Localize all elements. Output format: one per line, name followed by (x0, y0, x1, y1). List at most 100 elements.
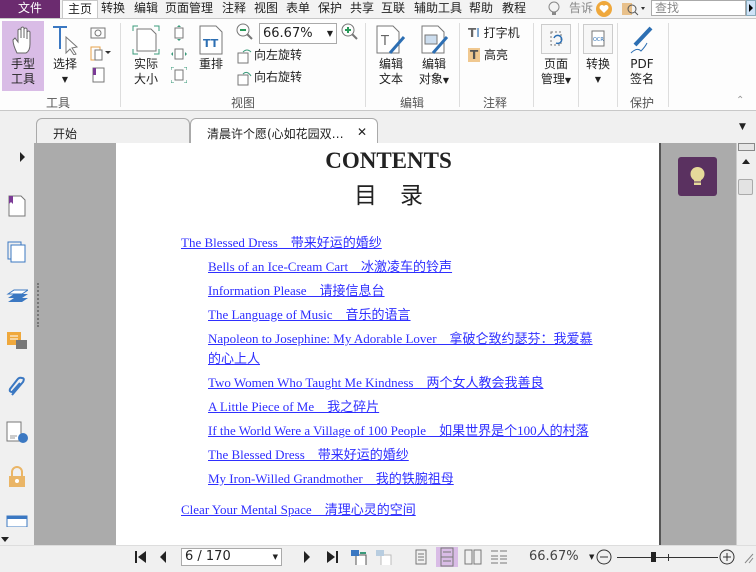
rotate-left-button[interactable]: 向左旋转 (237, 47, 302, 64)
resize-grip-icon[interactable] (742, 549, 754, 565)
first-page-icon[interactable] (134, 549, 148, 565)
clipboard-icon[interactable] (90, 45, 112, 61)
zoom-dropdown-icon[interactable]: ▼ (589, 549, 594, 565)
continuous-view-button[interactable] (436, 547, 458, 567)
menu-file[interactable]: 文件 (0, 0, 60, 18)
actual-size-button[interactable]: 实际 大小 (130, 25, 162, 87)
zoom-value: 66.67% (263, 26, 313, 41)
zoom-level-display[interactable]: 66.67% (529, 549, 579, 565)
edit-text-label-1: 编辑 (378, 57, 403, 71)
panel-resize-handle[interactable] (37, 283, 39, 327)
menu-tutorial[interactable]: 教程 (502, 0, 526, 18)
page-number-input[interactable]: 6 / 170 ▼ (181, 548, 282, 566)
pdf-sign-button[interactable]: PDF 签名 (626, 25, 658, 87)
attachments-icon[interactable] (6, 376, 28, 398)
toc-entry-link[interactable]: Two Women Who Taught Me Kindness 两个女人教会我… (208, 373, 601, 393)
previous-view-icon[interactable] (350, 549, 368, 565)
tab-start[interactable]: 开始 (36, 118, 190, 143)
hand-icon (12, 26, 31, 54)
zoom-select[interactable]: 66.67% ▼ (259, 23, 337, 44)
rotate-right-button[interactable]: 向右旋转 (237, 69, 302, 86)
lightbulb-icon[interactable] (547, 1, 561, 17)
menu-edit[interactable]: 编辑 (134, 0, 158, 18)
fit-width-icon[interactable] (171, 46, 187, 62)
single-page-view-icon[interactable] (414, 549, 428, 565)
toc-entry-link[interactable]: If the World Were a Village of 100 Peopl… (208, 421, 601, 441)
search-options-icon[interactable] (622, 1, 646, 17)
convert-button[interactable]: OCR 转换 ▼ (581, 24, 615, 87)
bookmark-page-icon[interactable] (90, 67, 106, 83)
zoom-in-button-icon[interactable] (719, 549, 735, 565)
menu-convert[interactable]: 转换 (101, 0, 125, 18)
layers-icon[interactable] (6, 286, 28, 308)
scroll-down-nav-icon[interactable] (1, 537, 11, 543)
scroll-up-arrow-icon[interactable] (742, 159, 750, 165)
zoom-out-button-icon[interactable] (596, 549, 612, 565)
hand-tool-button[interactable]: 手型 工具 (2, 21, 44, 91)
typewriter-button[interactable]: TI 打字机 (468, 25, 520, 41)
document-viewer[interactable]: CONTENTS 目 录 The Blessed Dress 带来好运的婚纱 Be… (34, 143, 736, 545)
toc-entry-link[interactable]: Napoleon to Josephine: My Adorable Lover… (208, 329, 601, 369)
zoom-slider-thumb[interactable] (651, 552, 656, 562)
snapshot-icon[interactable] (90, 25, 106, 39)
menu-form[interactable]: 表单 (286, 0, 310, 18)
edit-object-label-2: 对象 (418, 72, 443, 86)
fit-visible-icon[interactable] (171, 67, 187, 83)
menu-page-management[interactable]: 页面管理 (165, 0, 213, 18)
toc-entry-link[interactable]: The Blessed Dress 带来好运的婚纱 (208, 445, 601, 465)
edit-object-button[interactable]: 编辑 对象▼ (416, 25, 452, 88)
tell-me[interactable]: 告诉 (569, 0, 593, 18)
menu-comment[interactable]: 注释 (222, 0, 246, 18)
signatures-icon[interactable] (6, 421, 28, 443)
last-page-icon[interactable] (325, 549, 339, 565)
menu-view[interactable]: 视图 (254, 0, 278, 18)
zoom-out-icon[interactable] (236, 23, 254, 41)
toc-entry-link[interactable]: The Language of Music 音乐的语言 (208, 305, 601, 325)
page-number-value: 6 / 170 (185, 549, 231, 564)
continuous-facing-view-icon[interactable] (490, 549, 508, 565)
vertical-scrollbar[interactable] (736, 143, 756, 545)
menu-accessibility[interactable]: 辅助工具 (414, 0, 462, 18)
toc-entry-link[interactable]: Bells of an Ice-Cream Cart 冰激凌车的铃声 (208, 257, 601, 277)
scrollbar-top-button[interactable] (738, 143, 755, 151)
close-tab-icon[interactable]: ✕ (357, 125, 367, 139)
next-page-icon[interactable] (302, 549, 312, 565)
menu-share[interactable]: 共享 (350, 0, 374, 18)
form-fields-icon[interactable] (6, 515, 28, 527)
heart-icon[interactable] (596, 1, 612, 17)
highlight-button[interactable]: T 高亮 (468, 47, 508, 63)
expand-panel-icon[interactable] (19, 151, 27, 163)
toc-entry-link[interactable]: My Iron-Willed Grandmother 我的铁腕祖母 (208, 469, 601, 489)
tab-list-dropdown-icon[interactable]: ▼ (739, 122, 746, 132)
zoom-in-icon[interactable] (341, 23, 359, 41)
fit-page-icon[interactable] (171, 25, 187, 41)
tab-document[interactable]: 清晨许个愿(心如花园双… ✕ (190, 118, 378, 143)
reflow-icon: TT (199, 25, 223, 55)
collapse-ribbon-icon[interactable]: ⌃ (736, 95, 744, 106)
page-management-button[interactable]: 页面 管理▼ (538, 24, 574, 88)
zoom-slider[interactable] (617, 549, 718, 565)
menu-connect[interactable]: 互联 (381, 0, 405, 18)
search-go-button[interactable] (746, 0, 756, 16)
edit-object-label-1: 编辑 (421, 57, 446, 71)
toc-entry-link[interactable]: A Little Piece of Me 我之碎片 (208, 397, 601, 417)
reflow-button[interactable]: TT 重排 (196, 25, 226, 72)
facing-view-icon[interactable] (464, 549, 482, 565)
pages-thumbnails-icon[interactable] (6, 241, 28, 263)
bookmarks-icon[interactable] (6, 195, 28, 217)
select-button[interactable]: 选择 ▼ (50, 25, 80, 87)
edit-text-button[interactable]: T 编辑 文本 (376, 25, 406, 87)
menu-home[interactable]: 主页 (62, 0, 98, 19)
scrollbar-thumb[interactable] (738, 179, 753, 195)
toc-entry-link[interactable]: Clear Your Mental Space 清理心灵的空间 (181, 500, 601, 520)
toc-entry-link[interactable]: The Blessed Dress 带来好运的婚纱 (181, 233, 601, 253)
tips-button[interactable] (678, 157, 717, 196)
search-input[interactable]: 查找 (651, 0, 746, 16)
menu-protect[interactable]: 保护 (318, 0, 342, 18)
menu-help[interactable]: 帮助 (469, 0, 493, 18)
comments-icon[interactable] (6, 331, 28, 353)
pen-sign-icon (630, 26, 653, 54)
toc-entry-link[interactable]: Information Please 请接信息台 (208, 281, 601, 301)
security-lock-icon[interactable] (6, 466, 28, 488)
previous-page-icon[interactable] (158, 549, 168, 565)
